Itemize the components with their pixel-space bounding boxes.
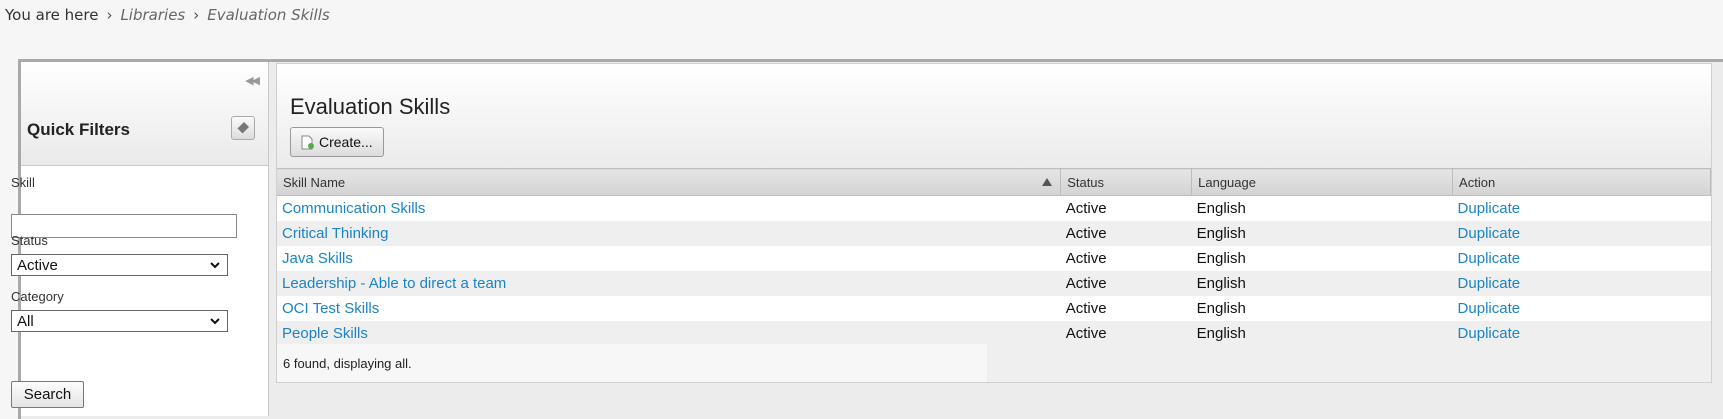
search-button[interactable]: Search: [11, 381, 84, 408]
duplicate-link[interactable]: Duplicate: [1458, 250, 1521, 267]
create-button[interactable]: Create...: [290, 127, 384, 157]
status-filter-select[interactable]: Active: [11, 254, 228, 276]
language-cell: English: [1191, 321, 1453, 346]
language-cell: English: [1191, 221, 1453, 246]
skill-name-link[interactable]: People Skills: [282, 325, 368, 342]
language-cell: English: [1191, 246, 1453, 271]
status-filter-value: Active: [17, 256, 58, 274]
breadcrumb-item-current: Evaluation Skills: [207, 6, 330, 24]
category-filter-label: Category: [11, 289, 64, 304]
column-header-label: Action: [1459, 174, 1496, 190]
language-cell: English: [1191, 271, 1453, 296]
category-filter-value: All: [17, 312, 34, 330]
language-cell: English: [1191, 296, 1453, 321]
column-header-label: Status: [1067, 174, 1105, 190]
chevron-right-icon: ›: [106, 6, 113, 24]
quick-filters-title: Quick Filters: [27, 120, 130, 139]
breadcrumb-item-libraries[interactable]: Libraries: [120, 6, 185, 24]
collapse-panel-icon[interactable]: ◀◀: [245, 74, 260, 87]
duplicate-link[interactable]: Duplicate: [1458, 300, 1521, 317]
skills-panel-header: Evaluation Skills Create...: [277, 64, 1711, 168]
duplicate-link[interactable]: Duplicate: [1458, 275, 1521, 292]
status-cell: Active: [1060, 321, 1192, 346]
quick-filters-header: ◀◀ Quick Filters: [21, 62, 268, 166]
skill-name-link[interactable]: Critical Thinking: [282, 225, 388, 242]
duplicate-link[interactable]: Duplicate: [1458, 225, 1521, 242]
quick-filters-panel: ◀◀ Quick Filters: [21, 62, 269, 416]
table-row: Critical Thinking Active English Duplica…: [277, 221, 1711, 246]
new-document-icon: [301, 135, 314, 149]
skill-name-link[interactable]: Java Skills: [282, 250, 353, 267]
status-filter-label: Status: [11, 233, 48, 248]
table-row: Leadership - Able to direct a team Activ…: [277, 271, 1711, 296]
status-cell: Active: [1060, 221, 1192, 246]
clear-filters-button[interactable]: [231, 116, 255, 140]
category-filter-select[interactable]: All: [11, 310, 228, 332]
skills-panel: Evaluation Skills Create... Skill Name S…: [276, 63, 1712, 383]
chevron-right-icon: ›: [193, 6, 200, 24]
results-count: 6 found, displaying all.: [277, 344, 987, 382]
table-row: Java Skills Active English Duplicate: [277, 246, 1711, 271]
sort-ascending-icon: [1042, 178, 1053, 186]
breadcrumb-prefix: You are here: [5, 6, 99, 24]
eraser-icon: [236, 122, 249, 135]
skill-name-link[interactable]: Communication Skills: [282, 200, 425, 217]
skills-table: Skill Name Status Language Action Commun…: [277, 168, 1711, 346]
duplicate-link[interactable]: Duplicate: [1458, 200, 1521, 217]
chevron-down-icon: [210, 318, 220, 325]
column-header-language[interactable]: Language: [1191, 168, 1454, 196]
column-header-status[interactable]: Status: [1060, 168, 1193, 196]
skill-name-link[interactable]: Leadership - Able to direct a team: [282, 275, 506, 292]
status-cell: Active: [1060, 296, 1192, 321]
column-header-action: Action: [1452, 168, 1711, 196]
table-row: People Skills Active English Duplicate: [277, 321, 1711, 346]
column-header-skill-name[interactable]: Skill Name: [277, 168, 1062, 196]
table-row: Communication Skills Active English Dupl…: [277, 195, 1711, 221]
column-header-label: Language: [1198, 174, 1256, 190]
skill-filter-label: Skill: [11, 175, 35, 190]
page-title: Evaluation Skills: [290, 94, 451, 119]
chevron-down-icon: [210, 262, 220, 269]
duplicate-link[interactable]: Duplicate: [1458, 325, 1521, 342]
create-button-label: Create...: [319, 134, 373, 150]
status-cell: Active: [1060, 246, 1192, 271]
table-header-row: Skill Name Status Language Action: [277, 168, 1711, 196]
language-cell: English: [1191, 195, 1453, 221]
breadcrumb: You are here › Libraries › Evaluation Sk…: [5, 4, 330, 26]
skill-name-link[interactable]: OCI Test Skills: [282, 300, 379, 317]
status-cell: Active: [1060, 195, 1192, 221]
column-header-label: Skill Name: [283, 174, 346, 190]
table-row: OCI Test Skills Active English Duplicate: [277, 296, 1711, 321]
status-cell: Active: [1060, 271, 1192, 296]
